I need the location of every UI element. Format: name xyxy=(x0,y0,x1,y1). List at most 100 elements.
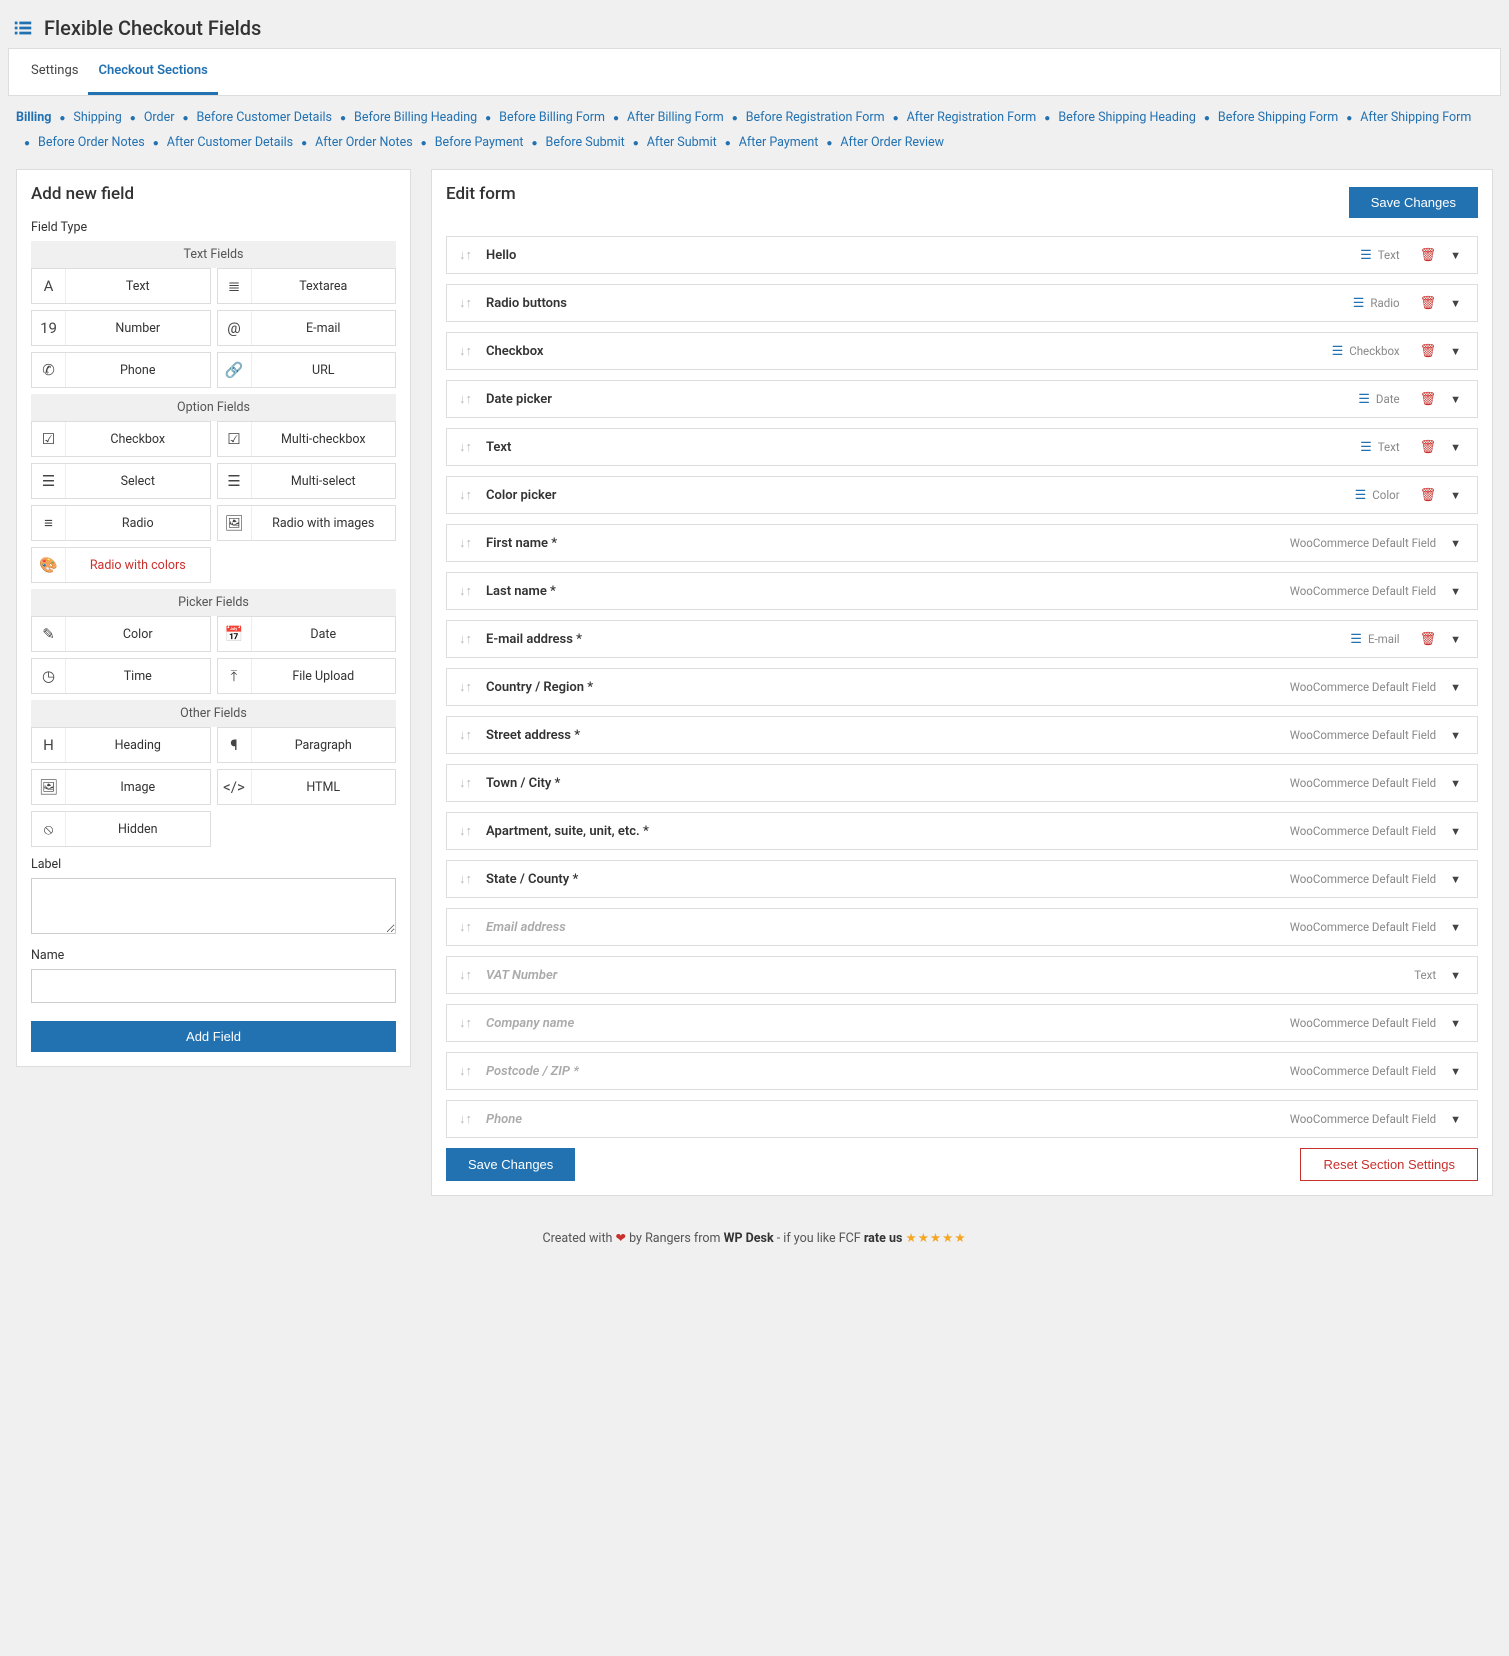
trash-icon[interactable]: 🗑 xyxy=(1420,488,1437,503)
expand-icon[interactable]: ▼ xyxy=(1446,681,1465,694)
subnav-before-submit[interactable]: Before Submit xyxy=(546,135,625,150)
field-type-paragraph[interactable]: ¶Paragraph xyxy=(217,727,397,763)
field-type-textarea[interactable]: ≣Textarea xyxy=(217,268,397,304)
expand-icon[interactable]: ▼ xyxy=(1446,633,1465,646)
save-changes-button-top[interactable]: Save Changes xyxy=(1349,187,1478,218)
form-row[interactable]: ↓↑Postcode / ZIP *WooCommerce Default Fi… xyxy=(446,1052,1478,1090)
expand-icon[interactable]: ▼ xyxy=(1446,873,1465,886)
subnav-after-shipping-form[interactable]: After Shipping Form xyxy=(1360,110,1471,125)
drag-handle-icon[interactable]: ↓↑ xyxy=(459,487,472,503)
expand-icon[interactable]: ▼ xyxy=(1446,297,1465,310)
expand-icon[interactable]: ▼ xyxy=(1446,921,1465,934)
field-type-date[interactable]: 📅Date xyxy=(217,616,397,652)
form-row[interactable]: ↓↑Date picker☰Date🗑▼ xyxy=(446,380,1478,418)
drag-handle-icon[interactable]: ↓↑ xyxy=(459,535,472,551)
form-row[interactable]: ↓↑Street address *WooCommerce Default Fi… xyxy=(446,716,1478,754)
field-type-phone[interactable]: ✆Phone xyxy=(31,352,211,388)
expand-icon[interactable]: ▼ xyxy=(1446,777,1465,790)
subnav-after-registration-form[interactable]: After Registration Form xyxy=(907,110,1037,125)
subnav-before-billing-form[interactable]: Before Billing Form xyxy=(499,110,605,125)
field-type-radio-with-colors[interactable]: 🎨Radio with colors xyxy=(31,547,211,583)
subnav-after-billing-form[interactable]: After Billing Form xyxy=(627,110,724,125)
field-type-hidden[interactable]: ⦸Hidden xyxy=(31,811,211,847)
expand-icon[interactable]: ▼ xyxy=(1446,729,1465,742)
expand-icon[interactable]: ▼ xyxy=(1446,825,1465,838)
subnav-order[interactable]: Order xyxy=(144,110,175,125)
drag-handle-icon[interactable]: ↓↑ xyxy=(459,439,472,455)
form-row[interactable]: ↓↑Last name *WooCommerce Default Field▼ xyxy=(446,572,1478,610)
drag-handle-icon[interactable]: ↓↑ xyxy=(459,967,472,983)
expand-icon[interactable]: ▼ xyxy=(1446,1017,1465,1030)
drag-handle-icon[interactable]: ↓↑ xyxy=(459,247,472,263)
form-row[interactable]: ↓↑E-mail address *☰E-mail🗑▼ xyxy=(446,620,1478,658)
drag-handle-icon[interactable]: ↓↑ xyxy=(459,583,472,599)
field-type-heading[interactable]: HHeading xyxy=(31,727,211,763)
subnav-after-customer-details[interactable]: After Customer Details xyxy=(167,135,293,150)
expand-icon[interactable]: ▼ xyxy=(1446,969,1465,982)
drag-handle-icon[interactable]: ↓↑ xyxy=(459,295,472,311)
drag-handle-icon[interactable]: ↓↑ xyxy=(459,775,472,791)
name-input[interactable] xyxy=(31,969,396,1003)
field-type-multi-checkbox[interactable]: ☑Multi-checkbox xyxy=(217,421,397,457)
expand-icon[interactable]: ▼ xyxy=(1446,489,1465,502)
trash-icon[interactable]: 🗑 xyxy=(1420,344,1437,359)
trash-icon[interactable]: 🗑 xyxy=(1420,392,1437,407)
expand-icon[interactable]: ▼ xyxy=(1446,249,1465,262)
field-type-html[interactable]: </>HTML xyxy=(217,769,397,805)
drag-handle-icon[interactable]: ↓↑ xyxy=(459,343,472,359)
form-row[interactable]: ↓↑Color picker☰Color🗑▼ xyxy=(446,476,1478,514)
subnav-before-shipping-form[interactable]: Before Shipping Form xyxy=(1218,110,1338,125)
expand-icon[interactable]: ▼ xyxy=(1446,345,1465,358)
field-type-select[interactable]: ☰Select xyxy=(31,463,211,499)
form-row[interactable]: ↓↑Checkbox☰Checkbox🗑▼ xyxy=(446,332,1478,370)
label-input[interactable] xyxy=(31,878,396,934)
reset-section-button[interactable]: Reset Section Settings xyxy=(1300,1148,1478,1181)
drag-handle-icon[interactable]: ↓↑ xyxy=(459,823,472,839)
trash-icon[interactable]: 🗑 xyxy=(1420,296,1437,311)
form-row[interactable]: ↓↑Email addressWooCommerce Default Field… xyxy=(446,908,1478,946)
form-row[interactable]: ↓↑Country / Region *WooCommerce Default … xyxy=(446,668,1478,706)
tab-settings[interactable]: Settings xyxy=(21,49,88,95)
drag-handle-icon[interactable]: ↓↑ xyxy=(459,1111,472,1127)
field-type-number[interactable]: 19Number xyxy=(31,310,211,346)
field-type-checkbox[interactable]: ☑Checkbox xyxy=(31,421,211,457)
trash-icon[interactable]: 🗑 xyxy=(1420,440,1437,455)
field-type-radio[interactable]: ≡Radio xyxy=(31,505,211,541)
expand-icon[interactable]: ▼ xyxy=(1446,537,1465,550)
add-field-button[interactable]: Add Field xyxy=(31,1021,396,1052)
expand-icon[interactable]: ▼ xyxy=(1446,585,1465,598)
form-row[interactable]: ↓↑PhoneWooCommerce Default Field▼ xyxy=(446,1100,1478,1138)
trash-icon[interactable]: 🗑 xyxy=(1420,632,1437,647)
form-row[interactable]: ↓↑First name *WooCommerce Default Field▼ xyxy=(446,524,1478,562)
form-row[interactable]: ↓↑Company nameWooCommerce Default Field▼ xyxy=(446,1004,1478,1042)
tab-checkout-sections[interactable]: Checkout Sections xyxy=(88,49,217,95)
field-type-e-mail[interactable]: @E-mail xyxy=(217,310,397,346)
field-type-url[interactable]: 🔗URL xyxy=(217,352,397,388)
form-row[interactable]: ↓↑State / County *WooCommerce Default Fi… xyxy=(446,860,1478,898)
field-type-text[interactable]: AText xyxy=(31,268,211,304)
expand-icon[interactable]: ▼ xyxy=(1446,1065,1465,1078)
subnav-after-payment[interactable]: After Payment xyxy=(739,135,819,150)
drag-handle-icon[interactable]: ↓↑ xyxy=(459,1015,472,1031)
subnav-before-billing-heading[interactable]: Before Billing Heading xyxy=(354,110,477,125)
form-row[interactable]: ↓↑VAT NumberText▼ xyxy=(446,956,1478,994)
subnav-before-order-notes[interactable]: Before Order Notes xyxy=(38,135,145,150)
subnav-before-shipping-heading[interactable]: Before Shipping Heading xyxy=(1058,110,1196,125)
form-row[interactable]: ↓↑Text☰Text🗑▼ xyxy=(446,428,1478,466)
field-type-radio-with-images[interactable]: 🖼Radio with images xyxy=(217,505,397,541)
subnav-after-submit[interactable]: After Submit xyxy=(647,135,717,150)
subnav-before-payment[interactable]: Before Payment xyxy=(435,135,524,150)
drag-handle-icon[interactable]: ↓↑ xyxy=(459,679,472,695)
drag-handle-icon[interactable]: ↓↑ xyxy=(459,919,472,935)
subnav-before-customer-details[interactable]: Before Customer Details xyxy=(197,110,333,125)
form-row[interactable]: ↓↑Hello☰Text🗑▼ xyxy=(446,236,1478,274)
field-type-time[interactable]: ◷Time xyxy=(31,658,211,694)
subnav-after-order-review[interactable]: After Order Review xyxy=(840,135,944,150)
drag-handle-icon[interactable]: ↓↑ xyxy=(459,871,472,887)
expand-icon[interactable]: ▼ xyxy=(1446,441,1465,454)
drag-handle-icon[interactable]: ↓↑ xyxy=(459,1063,472,1079)
subnav-after-order-notes[interactable]: After Order Notes xyxy=(315,135,413,150)
form-row[interactable]: ↓↑Town / City *WooCommerce Default Field… xyxy=(446,764,1478,802)
expand-icon[interactable]: ▼ xyxy=(1446,1113,1465,1126)
field-type-file-upload[interactable]: ⤒File Upload xyxy=(217,658,397,694)
